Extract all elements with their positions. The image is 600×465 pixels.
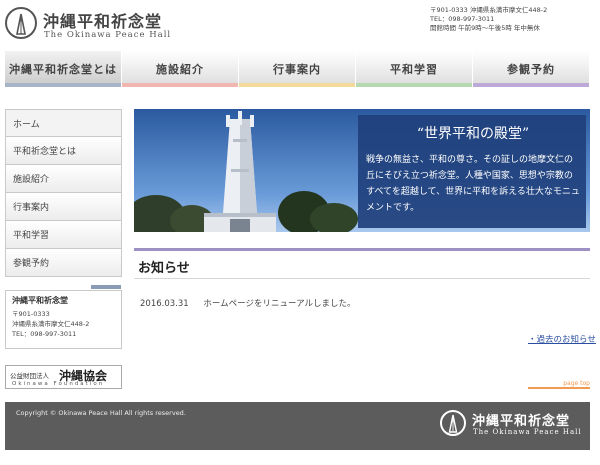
nav-label: 施設紹介 bbox=[156, 63, 204, 76]
sidebar-item-events[interactable]: 行事案内 bbox=[5, 193, 122, 221]
footer-logo[interactable]: 沖縄平和祈念堂 The Okinawa Peace Hall bbox=[440, 408, 582, 442]
site-logo[interactable]: 沖縄平和祈念堂 The Okinawa Peace Hall bbox=[5, 7, 175, 43]
site-footer: Copyright © Okinawa Peace Hall All right… bbox=[5, 402, 590, 450]
nav-label: 平和学習 bbox=[390, 63, 438, 76]
news-heading: お知らせ bbox=[134, 248, 590, 279]
contact-tel: TEL：098-997-3011 bbox=[430, 15, 495, 23]
address-postal: 〒901-0333 bbox=[12, 310, 50, 318]
nav-label: 沖縄平和祈念堂とは bbox=[9, 63, 117, 76]
nav-color-bar bbox=[122, 83, 238, 87]
logo-title: 沖縄平和祈念堂 bbox=[43, 12, 163, 31]
peace-hall-photo bbox=[134, 111, 358, 232]
contact-address: 〒901-0333 沖縄県糸満市摩文仁448-2 bbox=[430, 6, 548, 14]
foundation-prefix: 公益財団法人 bbox=[10, 372, 49, 380]
peace-hall-logo-icon bbox=[5, 7, 37, 39]
foundation-banner[interactable]: 公益財団法人 沖縄協会 Okinawa Foundation bbox=[5, 365, 122, 389]
peace-hall-logo-icon bbox=[440, 410, 466, 436]
sidebar-accent bbox=[91, 285, 121, 289]
address-street: 沖縄県糸満市摩文仁448-2 bbox=[12, 320, 90, 328]
news-date: 2016.03.31 bbox=[140, 299, 189, 309]
nav-label: 行事案内 bbox=[273, 63, 321, 76]
page-top-link[interactable]: page top bbox=[528, 380, 590, 389]
nav-peace-learning[interactable]: 平和学習 bbox=[356, 51, 473, 87]
nav-reservation[interactable]: 参観予約 bbox=[473, 51, 590, 87]
hero-title: “世界平和の殿堂” bbox=[416, 126, 530, 142]
footer-logo-subtitle: The Okinawa Peace Hall bbox=[473, 428, 582, 436]
header-contact: 〒901-0333 沖縄県糸満市摩文仁448-2 TEL：098-997-301… bbox=[430, 6, 547, 33]
nav-color-bar bbox=[473, 83, 589, 87]
address-tel: TEL：098-997-3011 bbox=[12, 330, 77, 338]
sidebar-item-home[interactable]: ホーム bbox=[5, 109, 122, 137]
news-item[interactable]: 2016.03.31 ホームページをリニューアルしました。 bbox=[140, 297, 356, 309]
copyright-text: Copyright © Okinawa Peace Hall All right… bbox=[16, 409, 186, 417]
sidebar-item-peace-learning[interactable]: 平和学習 bbox=[5, 221, 122, 249]
hero-caption-panel: “世界平和の殿堂” 戦争の無益さ、平和の尊さ。その証しの地摩文仁の丘にそびえ立つ… bbox=[358, 115, 586, 228]
nav-color-bar bbox=[356, 83, 472, 87]
nav-color-bar bbox=[5, 83, 121, 87]
address-box: 沖縄平和祈念堂 〒901-0333 沖縄県糸満市摩文仁448-2 TEL：098… bbox=[5, 290, 122, 349]
sidebar-item-reservation[interactable]: 参観予約 bbox=[5, 249, 122, 277]
nav-facilities[interactable]: 施設紹介 bbox=[122, 51, 239, 87]
logo-subtitle: The Okinawa Peace Hall bbox=[44, 30, 172, 40]
foundation-roman: Okinawa Foundation bbox=[12, 381, 105, 387]
nav-label: 参観予約 bbox=[507, 63, 555, 76]
site-header: 沖縄平和祈念堂 The Okinawa Peace Hall 〒901-0333… bbox=[0, 0, 600, 50]
nav-events[interactable]: 行事案内 bbox=[239, 51, 356, 87]
main-visual: “世界平和の殿堂” 戦争の無益さ、平和の尊さ。その証しの地摩文仁の丘にそびえ立つ… bbox=[134, 109, 590, 232]
address-name: 沖縄平和祈念堂 bbox=[12, 296, 68, 305]
sidebar-menu: ホーム 平和祈念堂とは 施設紹介 行事案内 平和学習 参観予約 bbox=[5, 109, 122, 289]
nav-about[interactable]: 沖縄平和祈念堂とは bbox=[5, 51, 122, 87]
sidebar-item-facilities[interactable]: 施設紹介 bbox=[5, 165, 122, 193]
hero-description: 戦争の無益さ、平和の尊さ。その証しの地摩文仁の丘にそびえ立つ祈念堂。人種や国家、… bbox=[366, 155, 580, 213]
news-text: ホームページをリニューアルしました。 bbox=[203, 299, 356, 309]
news-archive-link[interactable]: 過去のお知らせ bbox=[528, 333, 596, 345]
nav-color-bar bbox=[239, 83, 355, 87]
sidebar-item-about[interactable]: 平和祈念堂とは bbox=[5, 137, 122, 165]
footer-logo-title: 沖縄平和祈念堂 bbox=[472, 414, 571, 429]
global-nav: 沖縄平和祈念堂とは 施設紹介 行事案内 平和学習 参観予約 bbox=[5, 51, 590, 87]
contact-hours: 開館時間 午前9時〜午後5時 年中無休 bbox=[430, 24, 540, 32]
